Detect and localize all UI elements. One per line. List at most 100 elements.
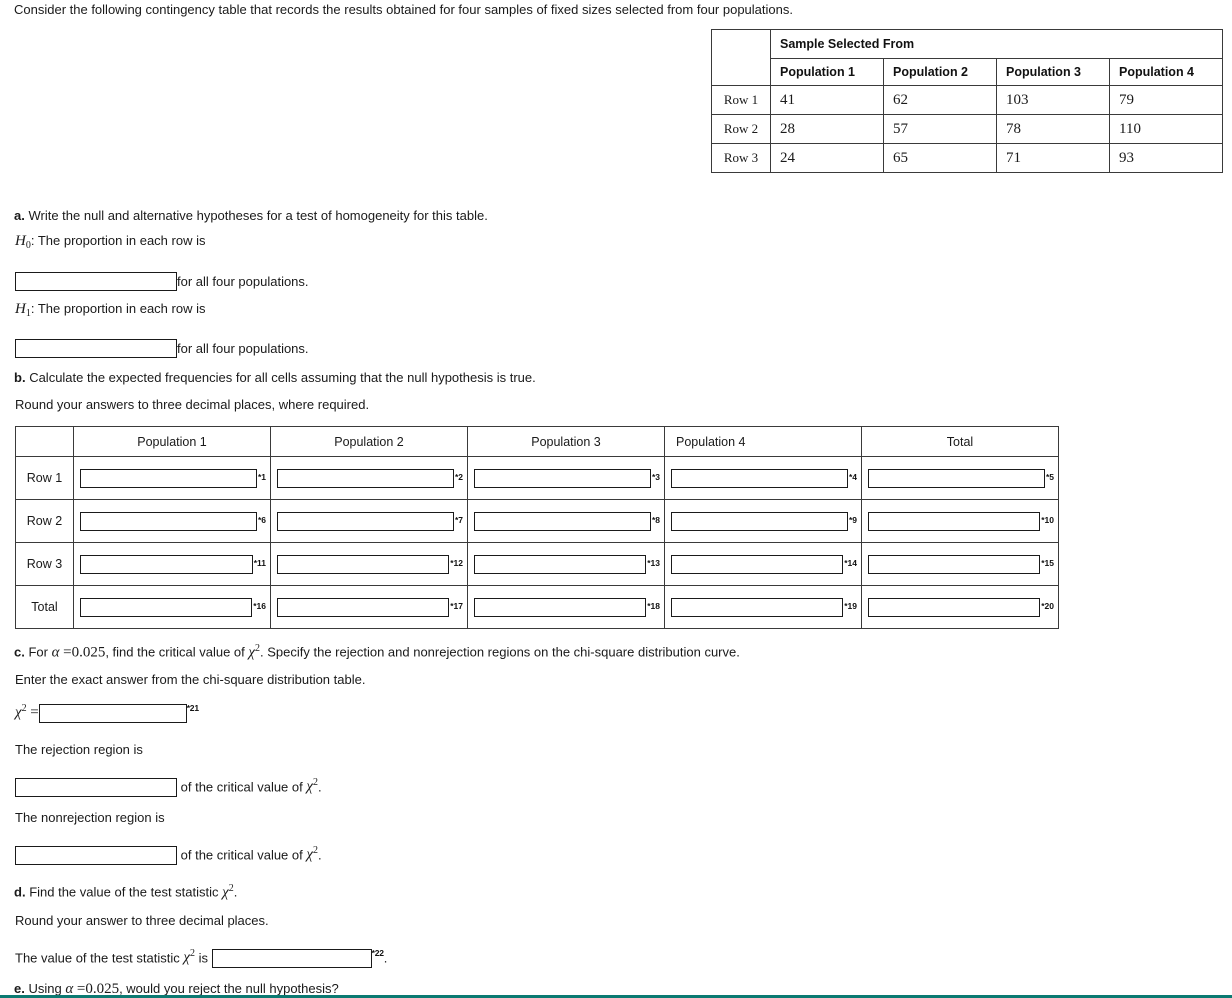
- expected-cell-r1c4: *4: [664, 456, 862, 500]
- rejection-trailing-pre: of the critical value of: [180, 779, 303, 795]
- expected-marker-11: *11: [253, 557, 266, 568]
- expected-input-11[interactable]: [80, 554, 253, 574]
- table-row: Row 1 *1 *2 *3 *4 *5: [15, 456, 1059, 500]
- expected-input-9[interactable]: [671, 511, 848, 531]
- expected-cell-r2c3: *8: [467, 499, 665, 543]
- expected-input-18[interactable]: [474, 597, 647, 617]
- contingency-table: Sample Selected From Population 1 Popula…: [711, 29, 1223, 173]
- part-a-prompt-text: Write the null and alternative hypothese…: [28, 208, 488, 223]
- expected-marker-15: *15: [1041, 557, 1054, 568]
- expected-input-17[interactable]: [277, 597, 450, 617]
- part-b-prompt-text: Calculate the expected frequencies for a…: [29, 370, 536, 385]
- expected-marker-3: *3: [651, 471, 660, 482]
- expected-input-5[interactable]: [868, 468, 1045, 488]
- chi-critical-value-row: χ2 = *21: [15, 703, 199, 723]
- table-row-group-header: Sample Selected From: [711, 29, 1223, 86]
- h1-answer-row: for all four populations.: [15, 339, 309, 358]
- contingency-group-header: Sample Selected From: [770, 29, 1223, 59]
- contingency-cell-r2c3: 78: [996, 114, 1110, 144]
- expected-cell-totalc2: *17: [270, 585, 468, 629]
- nonrejection-trailing-post: .: [317, 847, 322, 863]
- expected-col-header-population-1: Population 1: [73, 426, 271, 457]
- expected-cell-totalc1: *16: [73, 585, 271, 629]
- rejection-region-input[interactable]: [15, 777, 177, 797]
- expected-marker-17: *17: [450, 600, 463, 611]
- part-c-prompt-pre: For: [28, 644, 48, 660]
- table-row: Row 2 *6 *7 *8 *9 *10: [15, 499, 1059, 543]
- test-statistic-period: .: [383, 950, 388, 966]
- contingency-cell-r3c3: 71: [996, 143, 1110, 173]
- h1-trailing-text: for all four populations.: [177, 341, 309, 356]
- expected-input-13[interactable]: [474, 554, 647, 574]
- expected-marker-9: *9: [848, 514, 857, 525]
- expected-col-header-total: Total: [861, 426, 1059, 457]
- rejection-region-row: of the critical value of χ2.: [15, 777, 322, 797]
- expected-cell-r1c1: *1: [73, 456, 271, 500]
- expected-marker-4: *4: [848, 471, 857, 482]
- expected-marker-10: *10: [1041, 514, 1054, 525]
- expected-input-4[interactable]: [671, 468, 848, 488]
- part-d-prompt-post: .: [233, 884, 238, 900]
- contingency-row-label-2: Row 2: [711, 114, 771, 144]
- chi-critical-value-input[interactable]: [38, 703, 187, 723]
- expected-input-19[interactable]: [671, 597, 844, 617]
- expected-marker-19: *19: [844, 600, 857, 611]
- chi-label-exponent-c: 2: [21, 703, 27, 714]
- contingency-col-header-population-2: Population 2: [883, 58, 997, 86]
- expected-cell-r1c3: *3: [467, 456, 665, 500]
- intro-text: Consider the following contingency table…: [14, 2, 793, 17]
- chi-critical-value-marker: *21: [186, 703, 199, 714]
- chi-exponent-statement: 2: [189, 948, 195, 959]
- contingency-cell-r1c2: 62: [883, 85, 997, 115]
- expected-input-16[interactable]: [80, 597, 253, 617]
- expected-input-1[interactable]: [80, 468, 257, 488]
- test-statistic-input[interactable]: [211, 948, 372, 968]
- expected-corner-cell: [15, 426, 74, 457]
- expected-col-header-population-4: Population 4: [664, 426, 862, 457]
- contingency-cell-r1c1: 41: [770, 85, 884, 115]
- expected-input-3[interactable]: [474, 468, 651, 488]
- table-row: Row 3 24 65 71 93: [711, 143, 1223, 173]
- test-statistic-is: is: [198, 950, 208, 966]
- expected-row-label-3: Row 3: [15, 542, 74, 586]
- expected-cell-r1total: *5: [861, 456, 1059, 500]
- expected-input-15[interactable]: [868, 554, 1041, 574]
- expected-input-2[interactable]: [277, 468, 454, 488]
- expected-cell-r2c1: *6: [73, 499, 271, 543]
- nonrejection-region-input[interactable]: [15, 845, 177, 865]
- table-row-headers: Population 1 Population 2 Population 3 P…: [15, 426, 1059, 457]
- contingency-cell-r2c4: 110: [1109, 114, 1223, 144]
- contingency-col-header-population-3: Population 3: [996, 58, 1110, 86]
- expected-row-label-1: Row 1: [15, 456, 74, 500]
- expected-cell-r1c2: *2: [270, 456, 468, 500]
- expected-input-8[interactable]: [474, 511, 651, 531]
- expected-input-20[interactable]: [868, 597, 1041, 617]
- expected-input-7[interactable]: [277, 511, 454, 531]
- expected-cell-grandtotal: *20: [861, 585, 1059, 629]
- expected-input-10[interactable]: [868, 511, 1041, 531]
- chi-equals-c: =: [30, 704, 39, 721]
- nonrejection-trailing-pre: of the critical value of: [180, 847, 303, 863]
- h1-symbol: H: [15, 301, 26, 317]
- chi-symbol-d: χ: [222, 884, 229, 901]
- part-c-prompt-post: . Specify the rejection and nonrejection…: [260, 644, 740, 660]
- expected-input-6[interactable]: [80, 511, 257, 531]
- h0-trailing-text: for all four populations.: [177, 274, 309, 289]
- chi-label-c: χ: [15, 704, 22, 721]
- expected-col-header-population-2: Population 2: [270, 426, 468, 457]
- expected-cell-r2c2: *7: [270, 499, 468, 543]
- nonrejection-region-label: The nonrejection region is: [15, 810, 165, 825]
- expected-marker-2: *2: [454, 471, 463, 482]
- part-e-prompt-pre: Using: [28, 981, 62, 996]
- h1-answer-input[interactable]: [15, 339, 177, 358]
- chi-symbol-rejection: χ: [306, 778, 313, 795]
- h0-answer-input[interactable]: [15, 272, 177, 291]
- nonrejection-region-row: of the critical value of χ2.: [15, 845, 322, 865]
- h0-answer-row: for all four populations.: [15, 272, 309, 291]
- expected-input-12[interactable]: [277, 554, 450, 574]
- part-a-prompt: a. Write the null and alternative hypoth…: [14, 208, 488, 223]
- alternative-hypothesis-line: H1: The proportion in each row is: [15, 301, 205, 319]
- test-statistic-marker: *22: [371, 948, 384, 959]
- expected-marker-18: *18: [647, 600, 660, 611]
- expected-input-14[interactable]: [671, 554, 844, 574]
